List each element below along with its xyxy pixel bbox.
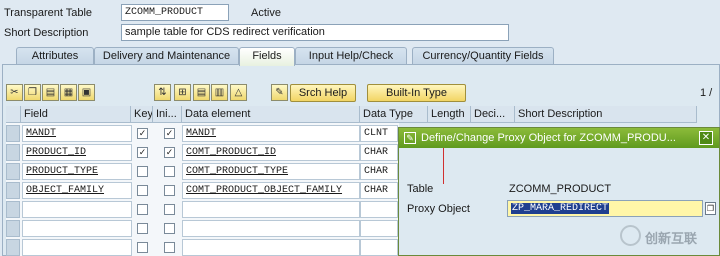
field-name-cell[interactable]: PRODUCT_ID	[22, 144, 132, 161]
data-element-cell[interactable]	[182, 201, 360, 218]
row-selector[interactable]	[6, 182, 20, 199]
data-element-cell[interactable]	[182, 220, 360, 237]
proxy-object-input[interactable]: ZP_MARA_REDIRECT	[507, 200, 703, 217]
data-type-cell[interactable]: CHAR	[360, 163, 398, 180]
dialog-title[interactable]: Define/Change Proxy Object for ZCOMM_PRO…	[399, 128, 719, 148]
field-name-cell[interactable]: OBJECT_FAMILY	[22, 182, 132, 199]
copy-icon[interactable]: ❐	[24, 84, 41, 101]
col-header-select	[6, 106, 21, 123]
sort-icon[interactable]: ⇅	[154, 84, 171, 101]
paste-icon[interactable]: ▤	[42, 84, 59, 101]
proxy-object-label: Proxy Object	[407, 203, 470, 215]
field-name-cell[interactable]	[22, 239, 132, 256]
dialog-edit-icon: ✎	[404, 132, 416, 144]
builtin-type-button[interactable]: Built-In Type	[367, 84, 466, 102]
ini-checkbox[interactable]	[164, 185, 175, 196]
table-type-label: Transparent Table	[4, 7, 93, 19]
watermark-logo-icon	[620, 225, 641, 246]
filter-icon[interactable]: ▥	[211, 84, 228, 101]
status-label: Active	[251, 7, 281, 19]
close-icon[interactable]: ✕	[699, 131, 713, 145]
col-header-data-element[interactable]: Data element	[182, 106, 360, 123]
ini-checkbox[interactable]	[164, 204, 175, 215]
key-checkbox[interactable]: ✓	[137, 128, 148, 139]
cut-icon[interactable]: ✂	[6, 84, 23, 101]
data-element-cell[interactable]	[182, 239, 360, 256]
col-header-short-description[interactable]: Short Description	[515, 106, 697, 123]
key-checkbox[interactable]	[137, 223, 148, 234]
row-selector[interactable]	[6, 201, 20, 218]
tab-input-help-check[interactable]: Input Help/Check	[295, 47, 407, 65]
proxy-object-value: ZP_MARA_REDIRECT	[511, 203, 610, 214]
data-type-cell[interactable]	[360, 239, 398, 256]
data-element-cell[interactable]: COMT_PRODUCT_OBJECT_FAMILY	[182, 182, 360, 199]
field-name-cell[interactable]	[22, 201, 132, 218]
insert-row-icon[interactable]: ▦	[60, 84, 77, 101]
key-checkbox[interactable]: ✓	[137, 147, 148, 158]
data-type-cell[interactable]: CLNT	[360, 125, 398, 142]
expand-icon[interactable]: ⊞	[174, 84, 191, 101]
proxy-object-dialog: Define/Change Proxy Object for ZCOMM_PRO…	[398, 127, 720, 256]
table-value: ZCOMM_PRODUCT	[509, 183, 612, 195]
row-selector[interactable]	[6, 220, 20, 237]
key-checkbox[interactable]	[137, 166, 148, 177]
delete-row-icon[interactable]: ▣	[78, 84, 95, 101]
page-indicator: 1 /	[700, 87, 713, 99]
short-desc-field[interactable]: sample table for CDS redirect verificati…	[121, 24, 509, 41]
col-header-data-type[interactable]: Data Type	[360, 106, 428, 123]
up-icon[interactable]: △	[230, 84, 247, 101]
data-element-cell[interactable]: COMT_PRODUCT_ID	[182, 144, 360, 161]
col-header-field[interactable]: Field	[21, 106, 131, 123]
field-name-cell[interactable]: MANDT	[22, 125, 132, 142]
key-checkbox[interactable]	[137, 185, 148, 196]
table-name-field[interactable]: ZCOMM_PRODUCT	[121, 4, 229, 21]
key-checkbox[interactable]	[137, 242, 148, 253]
field-name-cell[interactable]	[22, 220, 132, 237]
tab-currency-quantity[interactable]: Currency/Quantity Fields	[412, 47, 554, 65]
col-header-key[interactable]: Key	[131, 106, 153, 123]
value-help-icon[interactable]: ❐	[705, 202, 716, 215]
tab-fields[interactable]: Fields	[239, 47, 295, 66]
tab-attributes[interactable]: Attributes	[16, 47, 94, 65]
ini-checkbox[interactable]	[164, 166, 175, 177]
row-selector[interactable]	[6, 239, 20, 256]
data-type-cell[interactable]	[360, 220, 398, 237]
details-icon[interactable]: ▤	[193, 84, 210, 101]
data-element-cell[interactable]: MANDT	[182, 125, 360, 142]
data-type-cell[interactable]: CHAR	[360, 144, 398, 161]
ini-checkbox[interactable]	[164, 242, 175, 253]
cursor-line	[443, 148, 444, 184]
row-selector[interactable]	[6, 125, 20, 142]
ini-checkbox[interactable]: ✓	[164, 128, 175, 139]
srch-help-button[interactable]: Srch Help	[290, 84, 356, 102]
data-type-cell[interactable]	[360, 201, 398, 218]
ini-checkbox[interactable]: ✓	[164, 147, 175, 158]
row-selector[interactable]	[6, 144, 20, 161]
table-label: Table	[407, 183, 434, 195]
col-header-ini[interactable]: Ini...	[153, 106, 182, 123]
data-element-cell[interactable]: COMT_PRODUCT_TYPE	[182, 163, 360, 180]
col-header-deci[interactable]: Deci...	[471, 106, 515, 123]
key-checkbox[interactable]	[137, 204, 148, 215]
data-type-cell[interactable]: CHAR	[360, 182, 398, 199]
pencil-icon[interactable]: ✎	[271, 84, 288, 101]
field-name-cell[interactable]: PRODUCT_TYPE	[22, 163, 132, 180]
ini-checkbox[interactable]	[164, 223, 175, 234]
col-header-length[interactable]: Length	[428, 106, 471, 123]
row-selector[interactable]	[6, 163, 20, 180]
watermark: 创新互联	[645, 231, 698, 246]
tab-delivery-maintenance[interactable]: Delivery and Maintenance	[94, 47, 239, 65]
short-desc-label: Short Description	[4, 27, 89, 39]
